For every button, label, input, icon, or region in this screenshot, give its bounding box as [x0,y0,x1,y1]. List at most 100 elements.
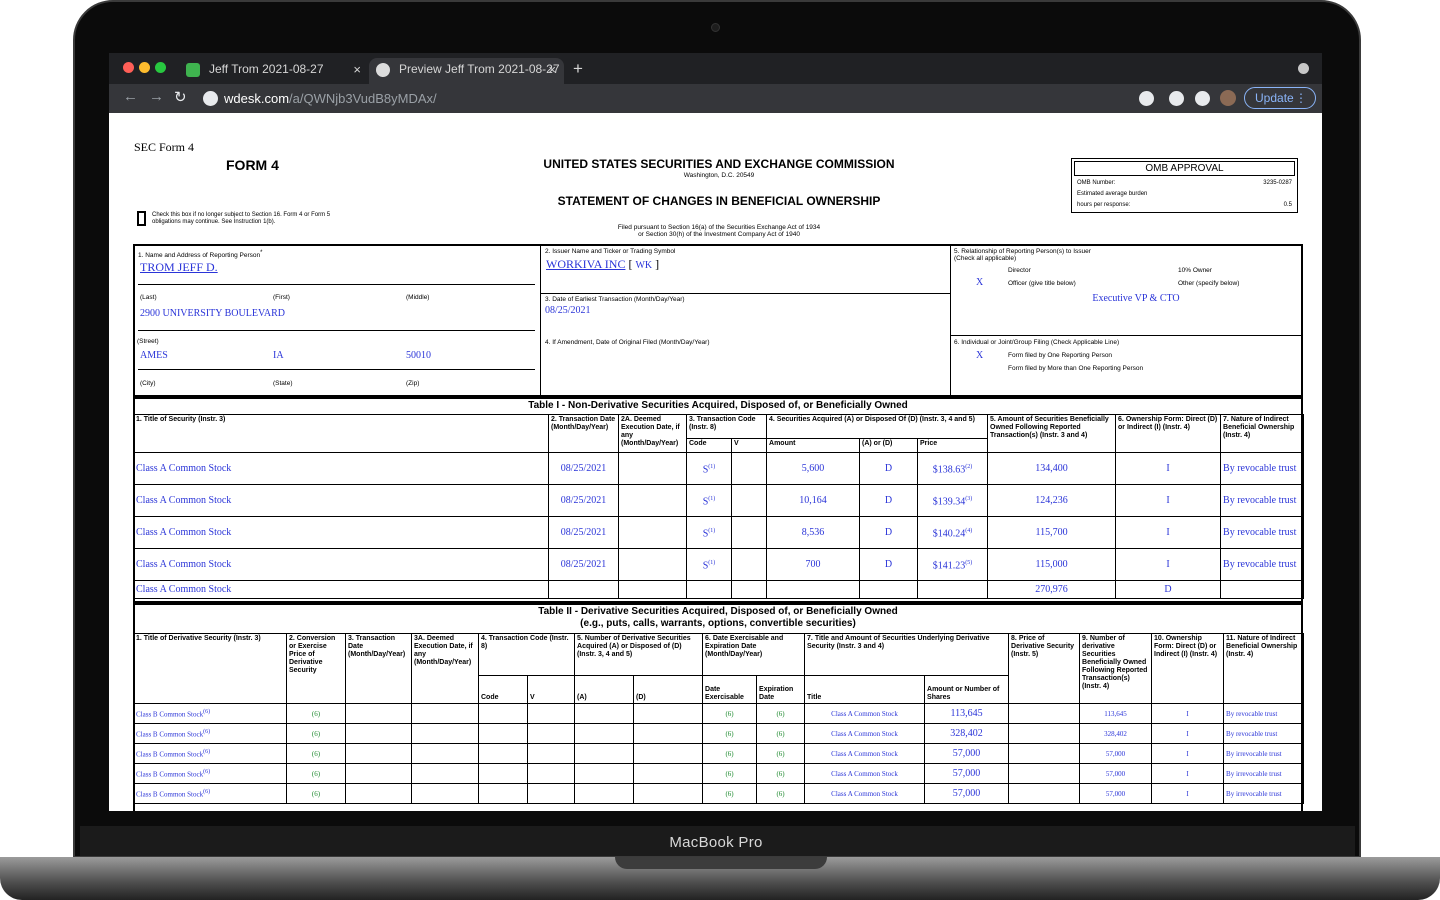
underlying-link[interactable]: Class A Common Stock [831,710,898,718]
underlying-title: Class A Common Stock [804,703,926,724]
forward-icon[interactable]: → [149,88,164,105]
footnote-ref[interactable]: (2) [965,464,972,470]
security-title-link[interactable]: Class A Common Stock [136,527,231,538]
extension-icon[interactable] [1195,91,1210,106]
address-bar[interactable]: wdesk.com/a/QWNjb3VudB8yMDAx/ [197,88,1227,110]
deemed-date [618,516,687,549]
tab-label: Jeff Trom 2021-08-27 [209,62,324,76]
col-subheader: (D) [633,675,704,704]
table-row: Class A Common Stock 270,976 D [133,580,1305,599]
nature-link[interactable]: By irrevocable trust [1226,790,1282,798]
ownership-nature: By revocable trust [1220,452,1305,485]
underlying-link[interactable]: Class A Common Stock [831,750,898,758]
footnote-ref[interactable]: (1) [708,560,715,566]
amount [766,580,861,599]
box5-sublabel: (Check all applicable) [954,255,1017,262]
tab-search-icon[interactable] [1298,63,1309,74]
first-label: (First) [273,294,290,301]
footnote-ref[interactable]: (3) [965,496,972,502]
table-row: Class B Common Stock(6) (6) (6) (6) Class A … [133,763,1305,784]
tab-preview[interactable]: Preview Jeff Trom 2021-08-27 × [369,58,564,84]
footnote-ref[interactable]: (6) [203,749,210,755]
reload-icon[interactable]: ↻ [174,88,187,106]
col-header: 2A. Deemed Execution Date, if any (Month… [618,414,687,453]
camera [711,23,720,32]
col-header: 6. Ownership Form: Direct (D) or Indirec… [1115,414,1222,453]
deemed-date [618,452,687,485]
site-info-icon[interactable] [203,91,218,106]
extension-icon[interactable] [1169,91,1184,106]
footnote-ref[interactable]: (1) [708,528,715,534]
nature-link[interactable]: By revocable trust [1226,710,1277,718]
maximize-window-button[interactable] [155,62,166,73]
extension-icon[interactable] [1139,91,1154,106]
one-person-check-mark: X [976,350,984,361]
nature-link[interactable]: By revocable trust [1223,559,1296,570]
security-title-link[interactable]: Class A Common Stock [136,584,231,595]
ownership-nature: By revocable trust [1223,703,1305,724]
issuer-link[interactable]: WORKIVA INC [546,257,625,271]
minimize-window-button[interactable] [139,62,150,73]
close-window-button[interactable] [123,62,134,73]
officer-title: Executive VP & CTO [1092,293,1180,304]
form4-document: SEC Form 4 FORM 4 Check this box if no l… [109,113,1322,811]
close-tab-icon[interactable]: × [353,58,361,81]
underlying-link[interactable]: Class A Common Stock [831,730,898,738]
disposed [633,783,704,804]
derivative-title-link[interactable]: Class B Common Stock [136,711,203,719]
footnote-ref[interactable]: (6) [203,729,210,735]
new-tab-button[interactable]: + [573,59,583,79]
footnote-ref[interactable]: (6) [203,709,210,715]
section16-checkbox[interactable] [137,211,146,226]
update-button[interactable]: Update ⋮ [1244,87,1316,109]
nature-link[interactable]: By revocable trust [1226,730,1277,738]
security-title-link[interactable]: Class A Common Stock [136,559,231,570]
derivative-title-link[interactable]: Class B Common Stock [136,791,203,799]
state-value: IA [273,350,284,361]
security-title-link[interactable]: Class A Common Stock [136,495,231,506]
owned-following: 115,700 [987,516,1117,549]
v-flag [526,743,576,764]
derivative-title-link[interactable]: Class B Common Stock [136,731,203,739]
reporting-person-link[interactable]: TROM JEFF D. [140,260,218,275]
footnote-ref[interactable]: (5) [965,560,972,566]
disposed [633,743,704,764]
col-subheader: V [526,675,576,704]
nature-link[interactable]: By irrevocable trust [1226,750,1282,758]
table-row: Class A Common Stock 08/25/2021 S(1) 10,164… [133,484,1305,517]
derivative-title-link[interactable]: Class B Common Stock [136,771,203,779]
underlying-link[interactable]: Class A Common Stock [831,770,898,778]
table2-title: Table II - Derivative Securities Acquire… [538,606,898,617]
close-tab-icon[interactable]: × [548,58,556,81]
owned-following: 270,976 [987,580,1117,599]
footnote-ref[interactable]: (1) [708,496,715,502]
profile-avatar[interactable] [1220,90,1236,106]
col-header: 1. Title of Derivative Security (Instr. … [133,633,287,704]
acquired [574,723,635,744]
footnote-ref[interactable]: (4) [965,528,972,534]
tab-jeff-trom[interactable]: Jeff Trom 2021-08-27 × [179,58,369,84]
back-icon[interactable]: ← [123,88,138,105]
transaction-code [478,763,528,784]
footnote-ref[interactable]: (6) [203,769,210,775]
tab-bar: Jeff Trom 2021-08-27 × Preview Jeff Trom… [109,53,1322,84]
security-title-link[interactable]: Class A Common Stock [136,463,231,474]
footnote-ref[interactable]: (1) [708,464,715,470]
box2-label: 2. Issuer Name and Ticker or Trading Sym… [545,248,676,255]
nature-link[interactable]: By revocable trust [1223,495,1296,506]
earliest-transaction-date: 08/25/2021 [545,305,591,316]
col-subheader: Title [804,675,926,704]
table-row: Class A Common Stock 08/25/2021 S(1) 700 D $1… [133,548,1305,581]
transaction-date: 08/25/2021 [548,484,619,517]
derivative-price [1008,723,1081,744]
nature-link[interactable]: By revocable trust [1223,527,1296,538]
col-header: 7. Nature of Indirect Beneficial Ownersh… [1220,414,1305,453]
box6-label: 6. Individual or Joint/Group Filing (Che… [954,339,1120,346]
derivative-title-link[interactable]: Class B Common Stock [136,751,203,759]
nature-link[interactable]: By irrevocable trust [1226,770,1282,778]
underlying-link[interactable]: Class A Common Stock [831,790,898,798]
v-flag [730,452,768,485]
nature-link[interactable]: By revocable trust [1223,463,1296,474]
footnote-ref[interactable]: (6) [203,789,210,795]
table1-title: Table I - Non-Derivative Securities Acqu… [528,400,908,411]
